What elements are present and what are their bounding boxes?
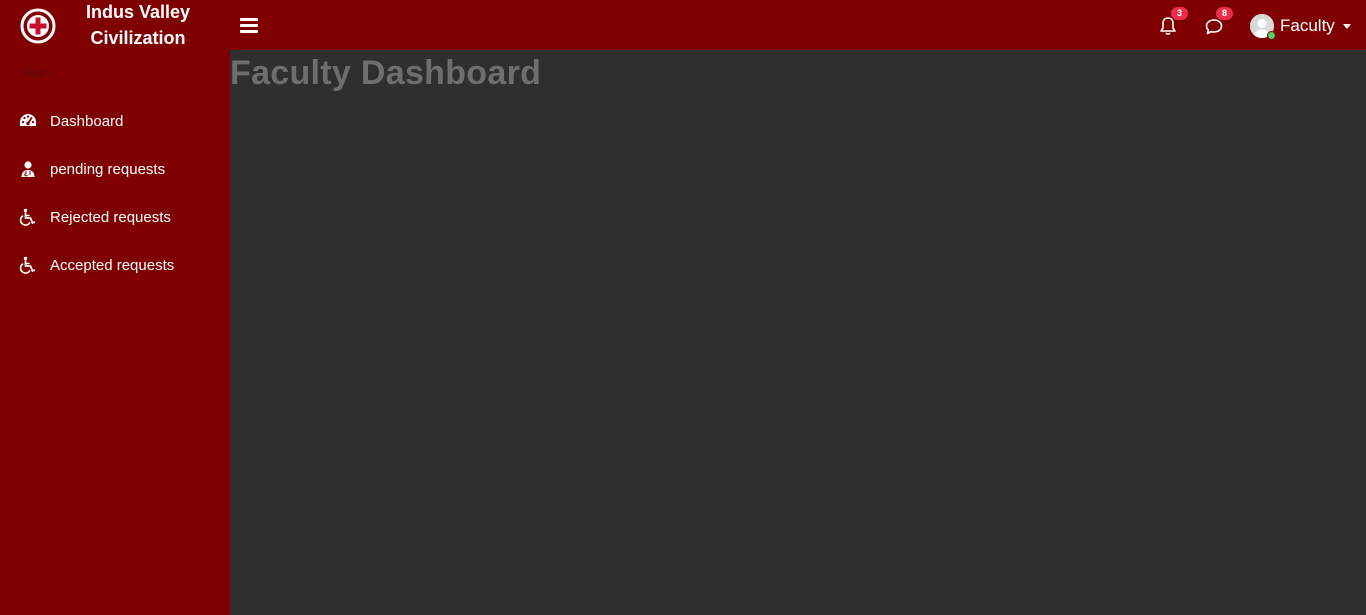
sidebar-item-label: pending requests xyxy=(50,160,166,178)
dashboard-gauge-icon xyxy=(20,114,36,126)
sidebar-item-label: Rejected requests xyxy=(50,208,171,226)
medical-cross-icon[interactable] xyxy=(20,8,56,44)
sidebar-item-pending-requests[interactable]: pending requests xyxy=(0,149,230,189)
sidebar-item-dashboard[interactable]: Dashboard xyxy=(0,101,230,141)
chevron-down-icon xyxy=(1342,23,1351,29)
hamburger-icon[interactable] xyxy=(238,14,260,36)
sidebar: Main Dashboard pending requests Rejected… xyxy=(0,50,230,615)
top-header: Indus Valley Civilization 3 8 Faculty xyxy=(0,0,1366,50)
main-content: Faculty Dashboard xyxy=(230,50,1366,615)
user-menu[interactable]: Faculty xyxy=(1250,12,1351,40)
brand-name[interactable]: Indus Valley Civilization xyxy=(74,0,202,50)
user-doctor-icon xyxy=(21,161,35,177)
page-title: Faculty Dashboard xyxy=(230,54,542,92)
avatar[interactable] xyxy=(1250,14,1276,40)
wheelchair-icon xyxy=(19,208,36,226)
brand-line-1: Indus Valley xyxy=(85,2,191,22)
sidebar-item-label: Dashboard xyxy=(50,112,124,130)
notification-count-badge: 3 xyxy=(1171,7,1188,20)
sidebar-section-title: Main xyxy=(20,64,51,80)
user-name: Faculty xyxy=(1280,16,1335,35)
sidebar-item-label: Accepted requests xyxy=(50,256,175,274)
wheelchair-icon xyxy=(19,256,36,274)
message-count-badge: 8 xyxy=(1216,7,1233,20)
sidebar-item-accepted-requests[interactable]: Accepted requests xyxy=(0,245,230,285)
online-status-indicator xyxy=(1267,31,1276,40)
sidebar-item-rejected-requests[interactable]: Rejected requests xyxy=(0,197,230,237)
brand-line-2: Civilization xyxy=(90,28,186,48)
